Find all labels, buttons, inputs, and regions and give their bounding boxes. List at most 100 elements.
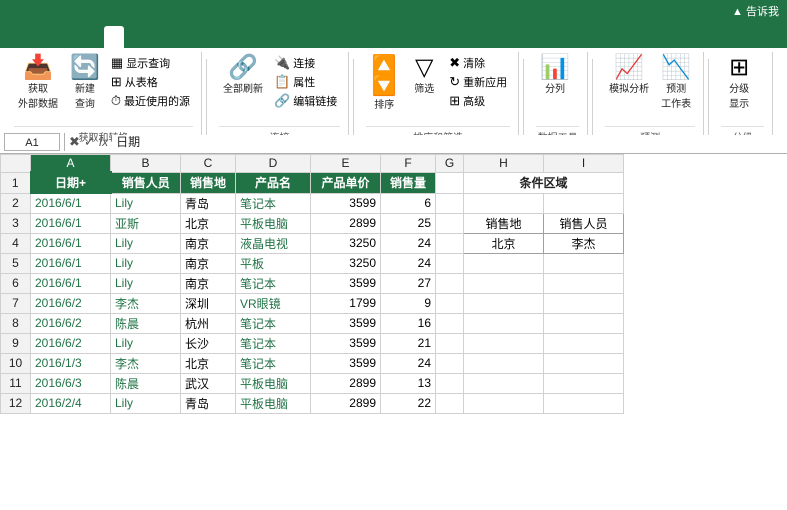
cell-r8-c2[interactable]: 杭州 [181,313,236,333]
cell-r10-c2[interactable]: 北京 [181,353,236,373]
cell-r2-c1[interactable]: Lily [111,193,181,213]
cell-r6-c2[interactable]: 南京 [181,273,236,293]
col-header-i[interactable]: I [544,155,624,173]
cell-r6-c3[interactable]: 笔记本 [236,273,311,293]
cell-r11-c6[interactable] [436,373,464,393]
confirm-formula-icon[interactable]: ✓ [84,134,95,150]
cell-r2-c2[interactable]: 青岛 [181,193,236,213]
btn-forecast-sheet[interactable]: 📉 预测工作表 [657,54,695,112]
cell-r2-c6[interactable] [436,193,464,213]
cell-r4-c5[interactable]: 24 [381,233,436,253]
cell-r7-c0[interactable]: 2016/6/2 [31,293,111,313]
cell-r4-c4[interactable]: 3250 [311,233,381,253]
cell-r11-c1[interactable]: 陈晨 [111,373,181,393]
btn-what-if[interactable]: 📈 模拟分析 [605,54,653,97]
cell-r9-c3[interactable]: 笔记本 [236,333,311,353]
btn-get-external[interactable]: 📥 获取外部数据 [14,54,62,112]
cell-r5-c4[interactable]: 3250 [311,253,381,273]
cell-r3-c6[interactable] [436,213,464,233]
btn-edit-links[interactable]: 🔗 编辑链接 [271,92,340,110]
col-header-e[interactable]: E [311,155,381,173]
col-header-b[interactable]: B [111,155,181,173]
cell-r8-c1[interactable]: 陈晨 [111,313,181,333]
cell-r6-c6[interactable] [436,273,464,293]
cell-r8-c0[interactable]: 2016/6/2 [31,313,111,333]
header-cell-6[interactable] [436,172,464,193]
fx-icon[interactable]: fx [99,135,108,149]
tab-file[interactable] [4,26,24,48]
cell-r12-c1[interactable]: Lily [111,393,181,413]
tab-review[interactable] [124,26,144,48]
cell-r5-c1[interactable]: Lily [111,253,181,273]
cell-r11-c0[interactable]: 2016/6/3 [31,373,111,393]
header-cell-7[interactable]: 条件区域 [464,172,624,193]
cell-r7-c6[interactable] [436,293,464,313]
cell-r6-c0[interactable]: 2016/6/1 [31,273,111,293]
btn-recent-sources[interactable]: ⏱ 最近使用的源 [108,92,193,110]
cell-r7-c1[interactable]: 李杰 [111,293,181,313]
col-header-c[interactable]: C [181,155,236,173]
header-cell-2[interactable]: 销售地 [181,172,236,193]
cell-r9-c6[interactable] [436,333,464,353]
cell-r5-c3[interactable]: 平板 [236,253,311,273]
cell-r10-c0[interactable]: 2016/1/3 [31,353,111,373]
tab-formula[interactable] [84,26,104,48]
col-header-g[interactable]: G [436,155,464,173]
btn-group-outline[interactable]: ⊞ 分级显示 [721,54,757,112]
cell-r2-c3[interactable]: 笔记本 [236,193,311,213]
btn-refresh-all[interactable]: 🔗 全部刷新 [219,54,267,97]
cell-r9-c2[interactable]: 长沙 [181,333,236,353]
cell-r10-c4[interactable]: 3599 [311,353,381,373]
tab-start[interactable] [24,26,44,48]
cell-r10-c5[interactable]: 24 [381,353,436,373]
cell-r7-c5[interactable]: 9 [381,293,436,313]
btn-properties[interactable]: 📋 属性 [271,73,340,91]
cell-r2-c4[interactable]: 3599 [311,193,381,213]
tab-insert[interactable] [44,26,64,48]
cell-r8-c6[interactable] [436,313,464,333]
cell-r5-c2[interactable]: 南京 [181,253,236,273]
cell-r9-c5[interactable]: 21 [381,333,436,353]
cell-r12-c6[interactable] [436,393,464,413]
tab-dev[interactable] [164,26,184,48]
col-header-d[interactable]: D [236,155,311,173]
cell-r3-c4[interactable]: 2899 [311,213,381,233]
header-cell-0[interactable]: 日期+ [31,172,111,193]
cell-r12-c2[interactable]: 青岛 [181,393,236,413]
cell-r4-c6[interactable] [436,233,464,253]
cell-r11-c4[interactable]: 2899 [311,373,381,393]
cell-r9-c0[interactable]: 2016/6/2 [31,333,111,353]
cell-r12-c4[interactable]: 2899 [311,393,381,413]
btn-sort[interactable]: 🔼🔽 排序 [366,54,402,113]
formula-input[interactable] [112,135,783,149]
btn-new-query[interactable]: 🔄 新建查询 [66,54,104,112]
cell-r7-c3[interactable]: VR眼镜 [236,293,311,313]
cell-r5-c5[interactable]: 24 [381,253,436,273]
cell-r5-c6[interactable] [436,253,464,273]
btn-split-column[interactable]: 📊 分列 [536,54,574,97]
col-header-a[interactable]: A [31,155,111,173]
cell-r8-c5[interactable]: 16 [381,313,436,333]
cell-r11-c3[interactable]: 平板电脑 [236,373,311,393]
header-cell-3[interactable]: 产品名 [236,172,311,193]
cell-r12-c3[interactable]: 平板电脑 [236,393,311,413]
tab-data[interactable] [104,26,124,48]
cell-r3-c5[interactable]: 25 [381,213,436,233]
cell-r2-c5[interactable]: 6 [381,193,436,213]
header-cell-5[interactable]: 销售量 [381,172,436,193]
cell-r6-c5[interactable]: 27 [381,273,436,293]
cell-r6-c1[interactable]: Lily [111,273,181,293]
header-cell-4[interactable]: 产品单价 [311,172,381,193]
cell-r11-c2[interactable]: 武汉 [181,373,236,393]
cell-r8-c4[interactable]: 3599 [311,313,381,333]
cell-r4-c2[interactable]: 南京 [181,233,236,253]
cell-r11-c5[interactable]: 13 [381,373,436,393]
col-header-h[interactable]: H [464,155,544,173]
cell-r4-c3[interactable]: 液晶电视 [236,233,311,253]
cell-r3-c3[interactable]: 平板电脑 [236,213,311,233]
btn-show-query[interactable]: ▦ 显示查询 [108,54,193,72]
cell-r9-c1[interactable]: Lily [111,333,181,353]
cell-r2-c0[interactable]: 2016/6/1 [31,193,111,213]
btn-filter[interactable]: ▽ 筛选 [406,54,442,97]
tab-layout[interactable] [64,26,84,48]
